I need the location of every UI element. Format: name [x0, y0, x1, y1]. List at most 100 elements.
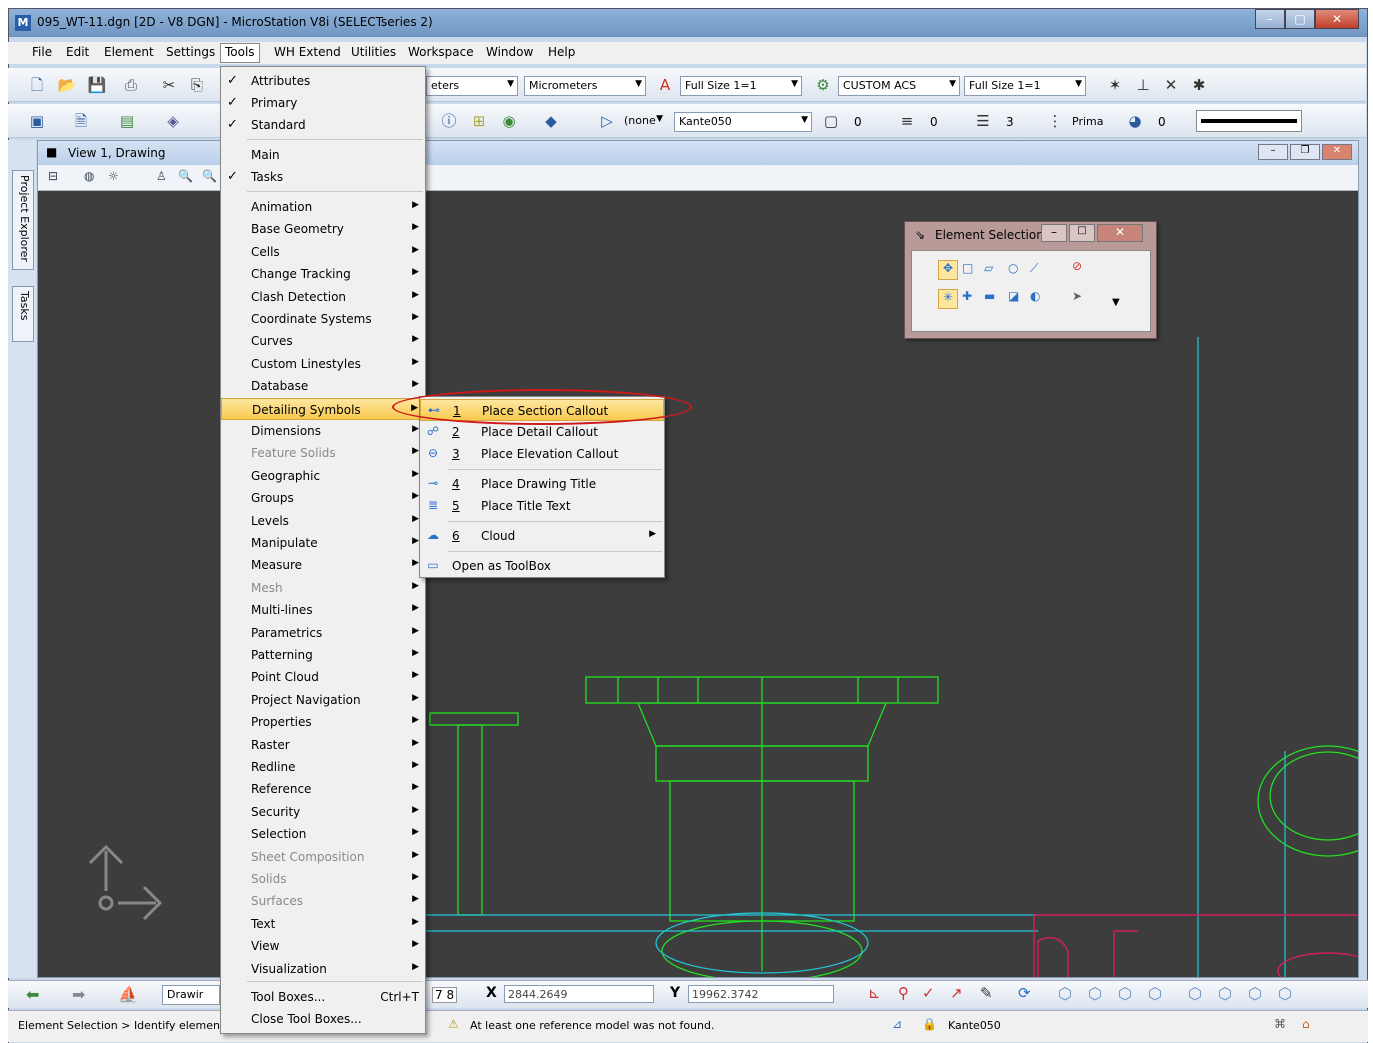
annotation-scale-dropdown[interactable]: Full Size 1=1 ▼ [680, 76, 802, 96]
cube-view-2-icon[interactable]: ⬡ [1088, 984, 1102, 1003]
acs-dropdown[interactable]: CUSTOM ACS ▼ [838, 76, 960, 96]
submenu-item-cloud[interactable]: ☁ 6 Cloud ▶ [420, 525, 664, 547]
cube-view-1-icon[interactable]: ⬡ [1058, 984, 1072, 1003]
circle-select-icon[interactable]: ○ [1008, 261, 1018, 275]
menu-item-properties[interactable]: Properties ▶ [221, 711, 425, 733]
forward-icon[interactable]: ➡ [72, 985, 85, 1004]
color-value[interactable]: 0 [854, 115, 862, 129]
menu-item-feature-solids[interactable]: Feature Solids ▶ [221, 442, 425, 464]
menu-item-visualization[interactable]: Visualization ▶ [221, 958, 425, 980]
menu-item-parametrics[interactable]: Parametrics ▶ [221, 622, 425, 644]
brightness-icon[interactable]: ☼ [108, 169, 119, 183]
menu-workspace[interactable]: Workspace [408, 45, 474, 59]
pin-icon[interactable]: ⚲ [898, 984, 909, 1002]
transparency-value[interactable]: 0 [1158, 115, 1166, 129]
pointer-icon[interactable]: ➤ [1072, 289, 1082, 303]
accudraw-icon[interactable]: ⊿ [892, 1017, 902, 1031]
intersect-icon[interactable]: ✕ [1160, 74, 1182, 96]
layer-icon[interactable]: ◈ [162, 110, 184, 132]
new-mode-icon[interactable]: ✳ [938, 289, 958, 309]
menu-item-base-geometry[interactable]: Base Geometry ▶ [221, 218, 425, 240]
ruler-icon[interactable]: ⊾ [868, 984, 881, 1002]
cube-view-3-icon[interactable]: ⬡ [1118, 984, 1132, 1003]
add-mode-icon[interactable]: ✚ [962, 289, 972, 303]
arrow-tool-icon[interactable]: ↗ [950, 984, 963, 1002]
menu-item-view[interactable]: View ▶ [221, 935, 425, 957]
menu-item-project-navigation[interactable]: Project Navigation ▶ [221, 689, 425, 711]
weight-value[interactable]: 0 [930, 115, 938, 129]
check-icon[interactable]: ✓ [922, 984, 935, 1002]
block-select-icon[interactable]: □ [962, 261, 973, 275]
view-close-button[interactable]: ✕ [1322, 144, 1352, 160]
priority-icon[interactable]: ⋮ [1044, 110, 1066, 132]
view-minimize-button[interactable]: – [1258, 144, 1288, 160]
save-icon[interactable]: 💾 [86, 74, 108, 96]
page-icon[interactable]: 🗎 [70, 110, 92, 132]
submenu-item-open-as-toolbox[interactable]: ▭ Open as ToolBox [420, 555, 664, 577]
annotation-scale-icon[interactable]: A [654, 74, 676, 96]
menu-item-surfaces[interactable]: Surfaces ▶ [221, 890, 425, 912]
style-icon[interactable]: ☰ [972, 110, 994, 132]
menu-edit[interactable]: Edit [66, 45, 89, 59]
cut-icon[interactable]: ✂ [158, 74, 180, 96]
menu-item-standard[interactable]: ✓ Standard [221, 114, 425, 136]
copy-icon[interactable]: ⎘ [186, 74, 208, 96]
dialog-minimize-button[interactable]: – [1041, 224, 1067, 242]
menu-item-tasks[interactable]: ✓ Tasks [221, 166, 425, 188]
priority-value[interactable]: Prima [1072, 115, 1103, 128]
print-icon[interactable]: ⎙ [120, 74, 142, 96]
style-value[interactable]: 3 [1006, 115, 1014, 129]
lock-icon[interactable]: 🔒 [922, 1017, 937, 1031]
warning-icon[interactable]: ⚠ [448, 1017, 459, 1031]
menu-window[interactable]: Window [486, 45, 533, 59]
invert-mode-icon[interactable]: ◪ [1008, 289, 1019, 303]
clear-mode-icon[interactable]: ◐ [1030, 289, 1040, 303]
menu-element[interactable]: Element [104, 45, 154, 59]
menu-item-database[interactable]: Database ▶ [221, 375, 425, 397]
color-icon[interactable]: ▢ [820, 110, 842, 132]
project-explorer-tab[interactable]: Project Explorer [12, 170, 34, 270]
level-display-icon[interactable]: ◆ [540, 110, 562, 132]
view-restore-button[interactable]: ❐ [1290, 144, 1320, 160]
menu-item-curves[interactable]: Curves ▶ [221, 330, 425, 352]
scale-dropdown[interactable]: Full Size 1=1 ▼ [964, 76, 1086, 96]
submenu-item-place-elevation-callout[interactable]: ⊖ 3 Place Elevation Callout [420, 443, 664, 465]
transparency-icon[interactable]: ◕ [1124, 110, 1146, 132]
minimize-button[interactable]: – [1255, 9, 1285, 29]
shape-select-icon[interactable]: ▱ [984, 261, 993, 275]
view-attributes-icon[interactable]: ⊟ [48, 169, 58, 183]
menu-item-custom-linestyles[interactable]: Custom Linestyles ▶ [221, 353, 425, 375]
menu-wh-extend[interactable]: WH Extend [274, 45, 341, 59]
dimension-icon[interactable]: ⊥ [1132, 74, 1154, 96]
menu-item-redline[interactable]: Redline ▶ [221, 756, 425, 778]
menu-item-dimensions[interactable]: Dimensions ▶ [221, 420, 425, 442]
dialog-close-button[interactable]: ✕ [1097, 224, 1143, 242]
level-dropdown[interactable]: (none ▼ [620, 112, 666, 132]
cube-view-8-icon[interactable]: ⬡ [1278, 984, 1292, 1003]
snap-icon[interactable]: ✶ [1104, 74, 1126, 96]
cube-view-6-icon[interactable]: ⬡ [1218, 984, 1232, 1003]
maximize-button[interactable]: □ [1285, 9, 1315, 29]
menu-item-close-tool-boxes[interactable]: Close Tool Boxes... [221, 1008, 425, 1030]
menu-item-raster[interactable]: Raster ▶ [221, 734, 425, 756]
menu-file[interactable]: File [32, 45, 52, 59]
line-select-icon[interactable]: ⟋ [1030, 261, 1038, 276]
menu-item-sheet-composition[interactable]: Sheet Composition ▶ [221, 846, 425, 868]
menu-item-attributes[interactable]: ✓ Attributes [221, 70, 425, 92]
menu-item-levels[interactable]: Levels ▶ [221, 510, 425, 532]
grid-icon[interactable]: ⊞ [468, 110, 490, 132]
menu-item-measure[interactable]: Measure ▶ [221, 554, 425, 576]
element-selection-icon[interactable]: ▣ [26, 110, 48, 132]
menu-item-primary[interactable]: ✓ Primary [221, 92, 425, 114]
design-history-icon[interactable]: ⌘ [1274, 1017, 1286, 1031]
submenu-item-place-title-text[interactable]: ≣ 5 Place Title Text [420, 495, 664, 517]
submenu-item-place-drawing-title[interactable]: ⊸ 4 Place Drawing Title [420, 473, 664, 495]
menu-item-selection[interactable]: Selection ▶ [221, 823, 425, 845]
new-file-icon[interactable]: 🗋 [26, 74, 48, 96]
menu-item-solids[interactable]: Solids ▶ [221, 868, 425, 890]
cube-view-4-icon[interactable]: ⬡ [1148, 984, 1162, 1003]
menu-item-reference[interactable]: Reference ▶ [221, 778, 425, 800]
back-icon[interactable]: ⬅ [26, 985, 39, 1004]
model-icon[interactable]: ▤ [116, 110, 138, 132]
rotate-view-icon[interactable]: ⟳ [1018, 984, 1031, 1002]
